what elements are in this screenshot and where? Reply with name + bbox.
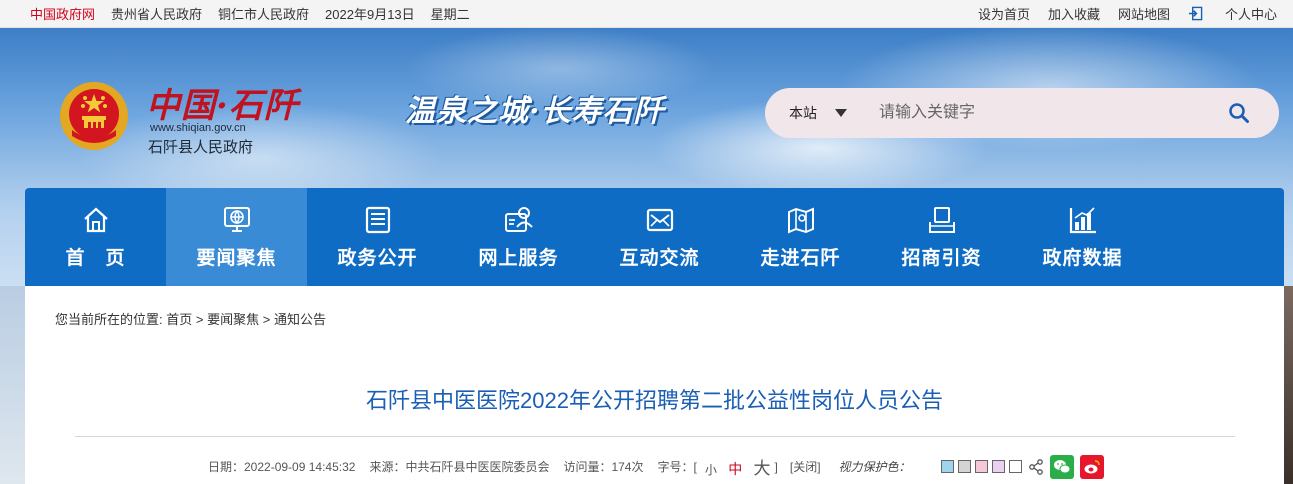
share-buttons [1028, 454, 1104, 479]
national-emblem-icon [60, 82, 128, 150]
nav-item-news[interactable]: 要闻聚焦 [166, 188, 307, 286]
header-banner: 中国·石阡 www.shiqian.gov.cn 石阡县人民政府 温泉之城·长寿… [0, 28, 1293, 188]
city-link[interactable]: 铜仁市人民政府 [218, 4, 309, 23]
breadcrumb-home-link[interactable]: 首页 [166, 312, 192, 327]
current-weekday: 星期二 [430, 7, 470, 22]
nav-item-home[interactable]: 首 页 [25, 188, 166, 286]
nav-item-about[interactable]: 走进石阡 [730, 188, 871, 286]
breadcrumb-notice-link[interactable]: 通知公告 [274, 312, 326, 327]
top-actions: 设为首页 加入收藏 网站地图 个人中心 [960, 4, 1293, 23]
top-links: 中国政府网 贵州省人民政府 铜仁市人民政府 2022年9月13日 星期二 [0, 4, 486, 23]
nav-item-investment[interactable]: 招商引资 [871, 188, 1012, 286]
font-size-label: 字号：[ [657, 460, 697, 474]
top-utility-bar: 中国政府网 贵州省人民政府 铜仁市人民政府 2022年9月13日 星期二 设为首… [0, 0, 1293, 28]
breadcrumb-separator: > [195, 312, 204, 327]
article-date: 日期：2022-09-09 14:45:32 [208, 460, 356, 474]
nav-label: 招商引资 [901, 247, 982, 269]
breadcrumb: 您当前所在的位置: 首页 > 要闻聚焦 > 通知公告 [55, 309, 326, 328]
swatch-white[interactable] [1008, 460, 1022, 473]
main-nav: 首 页 要闻聚焦 政务公开 网上服务 互动交流 走进石阡 招商引资 政府数据 [25, 188, 1284, 286]
map-icon [787, 206, 814, 234]
article-meta: 日期：2022-09-09 14:45:32 来源：中共石阡县中医医院委员会 访… [208, 454, 1104, 479]
weibo-share-button[interactable] [1079, 454, 1104, 479]
swatch-pink[interactable] [974, 460, 988, 473]
province-link[interactable]: 贵州省人民政府 [111, 4, 202, 23]
title-divider [75, 436, 1235, 437]
site-url: www.shiqian.gov.cn [150, 122, 246, 134]
font-medium-button[interactable]: 中 [728, 461, 742, 477]
bar-chart-icon [1069, 206, 1096, 233]
search-input[interactable] [865, 88, 1199, 138]
document-icon [365, 206, 390, 233]
login-icon [1188, 6, 1203, 21]
close-page-link[interactable]: [关闭] [790, 458, 821, 475]
article-container: 您当前所在的位置: 首页 > 要闻聚焦 > 通知公告 石阡县中医医院2022年公… [25, 286, 1284, 484]
eye-care-swatches [937, 460, 1022, 473]
nav-label: 走进石阡 [760, 247, 841, 269]
font-size-end: ] [774, 459, 778, 474]
search-icon [1229, 103, 1249, 123]
gov-portal-link[interactable]: 中国政府网 [30, 4, 95, 23]
eye-care-label: 视力保护色： [838, 460, 911, 474]
font-size-controls: 小 中 大 [701, 454, 775, 479]
article-source: 来源：中共石阡县中医医院委员会 [369, 460, 550, 474]
mail-icon [646, 208, 673, 231]
breadcrumb-separator: > [262, 312, 271, 327]
site-org-name: 石阡县人民政府 [148, 139, 254, 156]
personal-center-label: 个人中心 [1224, 7, 1277, 22]
set-home-link[interactable]: 设为首页 [978, 4, 1030, 23]
nav-label: 首 页 [65, 247, 126, 269]
site-logo-text[interactable]: 中国·石阡 [146, 78, 299, 127]
user-card-icon [504, 206, 533, 232]
breadcrumb-news-link[interactable]: 要闻聚焦 [207, 312, 259, 327]
font-small-button[interactable]: 小 [705, 463, 717, 477]
nav-item-online-service[interactable]: 网上服务 [448, 188, 589, 286]
add-favorite-link[interactable]: 加入收藏 [1048, 4, 1100, 23]
personal-center-link[interactable]: 个人中心 [1188, 4, 1277, 23]
nav-item-gov-data[interactable]: 政府数据 [1012, 188, 1153, 286]
home-icon [83, 207, 108, 232]
globe-monitor-icon [223, 206, 250, 232]
breadcrumb-prefix: 您当前所在的位置: [55, 312, 163, 327]
current-date: 2022年9月13日 [325, 7, 415, 22]
share-icon[interactable] [1028, 458, 1044, 475]
nav-item-interaction[interactable]: 互动交流 [589, 188, 730, 286]
search-bar: 本站 [765, 88, 1279, 138]
site-slogan: 温泉之城·长寿石阡 [405, 94, 665, 129]
nav-item-gov-affairs[interactable]: 政务公开 [307, 188, 448, 286]
handshake-icon [928, 206, 955, 233]
caret-down-icon [835, 109, 847, 117]
weibo-icon [1084, 459, 1100, 473]
nav-label: 政务公开 [337, 247, 418, 269]
search-button[interactable] [1199, 88, 1279, 138]
nav-label: 政府数据 [1042, 247, 1123, 269]
search-scope-select[interactable]: 本站 [765, 88, 865, 138]
nav-label: 要闻聚焦 [196, 247, 277, 269]
swatch-gray[interactable] [957, 460, 971, 473]
wechat-icon [1053, 459, 1071, 473]
article-title: 石阡县中医医院2022年公开招聘第二批公益性岗位人员公告 [366, 388, 943, 413]
search-scope-value: 本站 [789, 105, 817, 121]
background-scenery-left [0, 286, 25, 484]
sitemap-link[interactable]: 网站地图 [1118, 4, 1170, 23]
nav-label: 互动交流 [619, 247, 700, 269]
background-scenery-right [1284, 286, 1293, 484]
wechat-share-button[interactable] [1049, 454, 1074, 479]
font-large-button[interactable]: 大 [754, 459, 771, 478]
swatch-blue[interactable] [940, 460, 954, 473]
article-views: 访问量：174次 [563, 460, 644, 474]
swatch-purple[interactable] [991, 460, 1005, 473]
nav-label: 网上服务 [478, 247, 559, 269]
